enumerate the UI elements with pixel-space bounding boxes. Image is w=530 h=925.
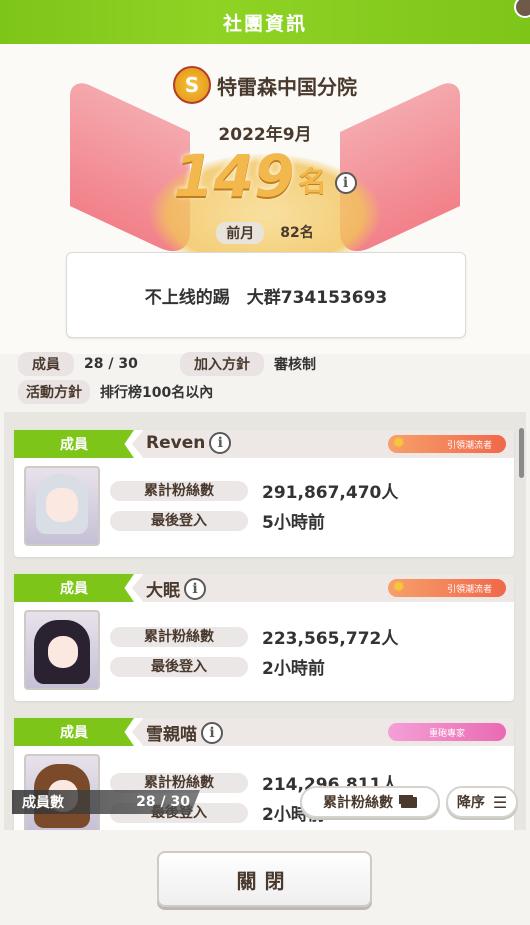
close-button[interactable]: 關閉: [157, 851, 372, 907]
member-card[interactable]: 成員 大眠 i ✹ 引領潮流者 累計粉絲數 223,565,772人 最後登入 2…: [14, 574, 514, 701]
fans-label: 累計粉絲數: [110, 772, 248, 793]
prev-month-label: 前月: [216, 222, 265, 244]
sun-icon: ✹: [392, 577, 406, 596]
member-avatar[interactable]: [24, 466, 100, 546]
sort-window-icon: [401, 796, 417, 808]
member-list[interactable]: 成員 Reven i ✹ 引領潮流者 累計粉絲數 291,867,470人 最後登…: [4, 412, 526, 830]
rank-display: 149 名 i: [0, 142, 530, 210]
rank-unit: 名: [298, 165, 327, 198]
member-info-icon[interactable]: i: [209, 432, 232, 454]
club-name: 特雷森中国分院: [217, 74, 357, 99]
login-label: 最後登入: [110, 510, 248, 531]
member-card[interactable]: 成員 Reven i ✹ 引領潮流者 累計粉絲數 291,867,470人 最後登…: [14, 430, 514, 557]
sort-key-button[interactable]: 累計粉絲數: [300, 786, 440, 818]
member-title-badge: ✹ 引領潮流者: [388, 577, 506, 597]
members-value: 28 / 30: [84, 356, 138, 372]
close-label: 關閉: [236, 868, 293, 893]
member-title-badge: ✹ 引領潮流者: [388, 433, 506, 453]
login-row: 最後登入 2小時前: [110, 654, 325, 679]
member-name-row: 大眠 i: [146, 576, 206, 601]
sort-key-label: 累計粉絲數: [323, 795, 393, 811]
member-name-row: 雪親喵 i: [146, 720, 223, 745]
club-rank-s-icon: S: [173, 66, 211, 104]
sun-icon: ✹: [392, 433, 406, 452]
sort-lines-icon: ☰: [492, 792, 508, 812]
prev-month-value: 82名: [280, 225, 314, 241]
member-role-tab: 成員: [14, 430, 134, 458]
member-count-strip: 成員數 28 / 30: [12, 790, 200, 814]
corner-avatar-icon: [514, 0, 530, 18]
header-bar: 社團資訊: [0, 0, 530, 44]
rank-number: 149: [173, 142, 295, 210]
login-label: 最後登入: [110, 656, 248, 677]
member-role-tab: 成員: [14, 718, 134, 746]
activity-meta: 活動方針 排行榜100名以內: [18, 380, 213, 404]
fans-label: 累計粉絲數: [110, 626, 248, 647]
rank-info-icon[interactable]: i: [334, 172, 357, 194]
member-list-scrollbar[interactable]: [519, 428, 524, 478]
sort-order-button[interactable]: 降序 ☰: [446, 786, 518, 818]
member-title-text: 引領潮流者: [446, 440, 492, 451]
join-policy-label: 加入方針: [180, 352, 264, 376]
fans-row: 累計粉絲數 291,867,470人: [110, 478, 398, 503]
member-role-tab: 成員: [14, 574, 134, 602]
login-row: 最後登入 5小時前: [110, 508, 325, 533]
club-motto: 不上线的踢 大群734153693: [144, 287, 388, 308]
fans-label: 累計粉絲數: [110, 480, 248, 501]
member-title-badge: 重砲專家: [388, 723, 506, 741]
member-info-icon[interactable]: i: [184, 577, 206, 600]
login-value: 2小時前: [262, 659, 325, 679]
fans-value: 291,867,470人: [262, 483, 399, 503]
member-count-value: 28 / 30: [136, 794, 190, 810]
sort-order-label: 降序: [456, 795, 485, 811]
member-name: 大眠: [146, 581, 180, 601]
members-meta: 成員 28 / 30 加入方針 審核制: [18, 352, 316, 376]
member-name-row: Reven i: [146, 432, 232, 454]
previous-month-rank: 前月 82名: [0, 222, 530, 244]
member-avatar[interactable]: [24, 610, 100, 690]
fans-value: 223,565,772人: [262, 629, 399, 649]
page-title: 社團資訊: [222, 12, 307, 35]
member-name: 雪親喵: [146, 725, 197, 745]
member-name: Reven: [146, 433, 206, 453]
member-title-text: 重砲專家: [428, 728, 465, 739]
activity-policy-label: 活動方針: [18, 380, 90, 404]
club-title-row: S 特雷森中国分院: [0, 66, 530, 104]
fans-row: 累計粉絲數 223,565,772人: [110, 624, 398, 649]
club-motto-box: 不上线的踢 大群734153693: [66, 252, 466, 338]
member-info-icon[interactable]: i: [201, 721, 223, 744]
member-count-label: 成員數: [22, 795, 64, 811]
member-title-text: 引領潮流者: [446, 584, 492, 595]
login-value: 5小時前: [262, 513, 325, 533]
activity-policy-value: 排行榜100名以內: [100, 385, 214, 401]
join-policy-value: 審核制: [274, 357, 316, 373]
members-label: 成員: [18, 352, 74, 376]
